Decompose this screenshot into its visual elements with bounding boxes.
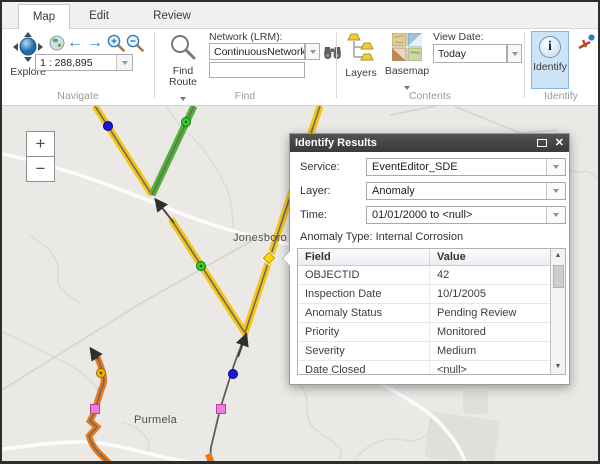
time-combobox[interactable]: 01/01/2000 to <null> <box>366 206 566 224</box>
network-combobox[interactable]: ContinuousNetwork <box>209 43 305 60</box>
group-separator <box>154 32 155 98</box>
scale-combobox[interactable]: 1 : 288,895 <box>35 54 133 71</box>
identify-results-dialog: Identify Results ✕ Service: EventEditor_… <box>289 133 570 385</box>
event-point-markers[interactable] <box>91 118 277 414</box>
network-dropdown-arrow[interactable] <box>305 43 320 60</box>
tab-map[interactable]: Map <box>18 4 70 30</box>
service-value: EventEditor_SDE <box>367 159 546 175</box>
basemap-button[interactable]: Basemap <box>384 33 430 95</box>
green-point-center <box>200 265 202 267</box>
pink-square-marker[interactable] <box>217 405 226 414</box>
group-label-find: Find <box>154 90 336 102</box>
group-label-identify: Identify <box>524 90 598 102</box>
yellow-point-center <box>100 372 103 375</box>
table-row[interactable]: Inspection Date 10/1/2005 <box>298 285 550 304</box>
pipeline-yellow[interactable] <box>95 106 320 333</box>
layer-combobox[interactable]: Anomaly <box>366 182 566 200</box>
anomaly-type-label: Anomaly Type: <box>300 231 373 243</box>
time-value: 01/01/2000 to <null> <box>367 207 546 223</box>
route-value-input[interactable] <box>209 62 305 78</box>
full-extent-globe-icon[interactable] <box>49 35 65 56</box>
group-separator <box>336 32 337 98</box>
layers-button[interactable]: Layers <box>342 33 380 79</box>
identify-icon: i <box>539 36 561 58</box>
time-label: Time: <box>300 209 366 221</box>
scale-dropdown-arrow[interactable] <box>116 55 132 70</box>
scale-value: 1 : 288,895 <box>36 55 116 70</box>
scroll-down-button[interactable]: ▼ <box>551 360 566 374</box>
view-date-label: View Date: <box>433 31 484 43</box>
app-window: Map Edit Review Explore <box>0 0 600 464</box>
group-label-navigate: Navigate <box>2 90 154 102</box>
dialog-title: Identify Results <box>295 137 537 149</box>
table-row[interactable]: Date Closed <null> <box>298 361 550 374</box>
green-point-center <box>185 121 187 123</box>
column-header-value: Value <box>429 249 550 265</box>
scrollbar-thumb[interactable] <box>553 265 564 288</box>
layer-label: Layer: <box>300 185 366 197</box>
table-row[interactable]: Priority Monitored <box>298 323 550 342</box>
identify-route-locations-icon[interactable] <box>577 33 596 57</box>
blue-point-marker[interactable] <box>104 122 113 131</box>
dialog-titlebar[interactable]: Identify Results ✕ <box>290 134 569 152</box>
binoculars-icon[interactable] <box>324 44 341 65</box>
scrollbar-track[interactable] <box>551 263 565 360</box>
table-row[interactable]: Anomaly Status Pending Review <box>298 304 550 323</box>
column-header-field: Field <box>298 249 429 265</box>
close-icon[interactable]: ✕ <box>555 138 564 148</box>
table-row[interactable]: Severity Medium <box>298 342 550 361</box>
tab-edit[interactable]: Edit <box>72 4 126 29</box>
ribbon: Explore ← → 1 : 288,895 <box>2 29 598 106</box>
layer-value: Anomaly <box>367 183 546 199</box>
view-date-value: Today <box>434 45 506 62</box>
group-separator <box>524 32 525 98</box>
table-scrollbar[interactable]: ▲ ▼ <box>550 249 565 374</box>
forward-extent-arrow-icon[interactable]: → <box>87 35 103 51</box>
attributes-table: Field Value OBJECTID 42 Inspection Date … <box>297 248 566 375</box>
find-route-magnifier-icon <box>169 48 197 65</box>
network-lrm-label: Network (LRM): <box>209 31 283 43</box>
layers-icon <box>347 50 375 67</box>
map-canvas[interactable]: Jonesboro Purmela + − Identify Results ✕… <box>2 106 598 463</box>
anomaly-type-line: Anomaly Type: Internal Corrosion <box>300 231 559 243</box>
route-direction-arrows <box>91 200 246 359</box>
table-header-row: Field Value <box>298 249 550 266</box>
ribbon-tabbar: Map Edit Review <box>2 2 598 29</box>
map-zoom-in-button[interactable]: + <box>26 131 55 157</box>
pink-square-marker[interactable] <box>91 405 100 414</box>
time-dropdown-arrow[interactable] <box>546 207 565 223</box>
identify-button[interactable]: i Identify <box>531 31 569 89</box>
view-date-dropdown-arrow[interactable] <box>507 44 522 63</box>
map-zoom-control: + − <box>26 131 55 182</box>
group-label-contents: Contents <box>336 90 524 102</box>
map-zoom-out-button[interactable]: − <box>26 156 55 182</box>
basemap-icon <box>392 48 422 65</box>
place-label-jonesboro: Jonesboro <box>233 232 287 244</box>
maximize-icon[interactable] <box>537 139 547 147</box>
view-date-combobox[interactable]: Today <box>433 44 507 63</box>
back-extent-arrow-icon[interactable]: ← <box>67 35 83 51</box>
place-label-purmela: Purmela <box>134 414 177 426</box>
scroll-up-button[interactable]: ▲ <box>551 249 566 263</box>
layer-dropdown-arrow[interactable] <box>546 183 565 199</box>
tab-review[interactable]: Review <box>138 4 206 29</box>
service-dropdown-arrow[interactable] <box>546 159 565 175</box>
service-label: Service: <box>300 161 366 173</box>
blue-point-marker[interactable] <box>229 370 238 379</box>
table-row[interactable]: OBJECTID 42 <box>298 266 550 285</box>
service-combobox[interactable]: EventEditor_SDE <box>366 158 566 176</box>
anomaly-type-value: Internal Corrosion <box>376 231 463 243</box>
network-value: ContinuousNetwork <box>210 44 304 59</box>
